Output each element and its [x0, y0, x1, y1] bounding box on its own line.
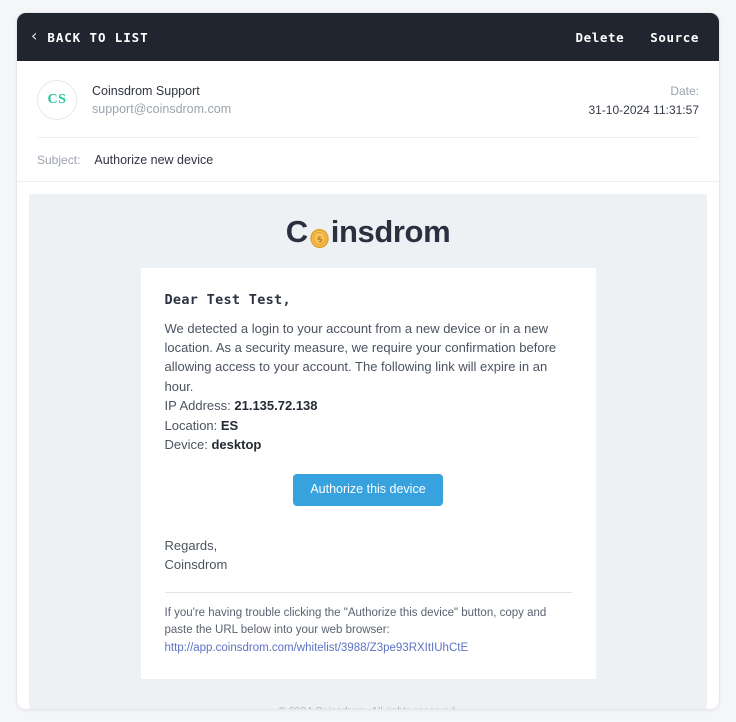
ip-address-value: 21.135.72.138 — [234, 397, 318, 413]
email-greeting: Dear Test Test, — [164, 292, 291, 308]
toolbar-actions: Delete Source — [575, 30, 699, 45]
sender-row: CS Coinsdrom Support support@coinsdrom.c… — [17, 61, 719, 137]
device-value: desktop — [211, 437, 262, 453]
coin-icon: $ — [309, 223, 330, 249]
device-line: Device: desktop — [165, 435, 572, 455]
avatar-initials: CS — [47, 92, 67, 107]
sender-name: Coinsdrom Support — [92, 84, 200, 98]
subject-row: Subject: Authorize new device — [17, 138, 719, 181]
brand-text-part1: C — [285, 214, 308, 249]
source-button[interactable]: Source — [650, 30, 699, 45]
date-label: Date: — [670, 84, 699, 98]
signoff-line2: Coinsdrom — [164, 556, 228, 572]
coinsdrom-logo: C $ insdrom — [29, 214, 707, 249]
location-line: Location: ES — [165, 416, 572, 436]
avatar: CS — [37, 80, 77, 120]
sender-email: support@coinsdrom.com — [92, 102, 232, 117]
email-paragraph: We detected a login to your account from… — [164, 321, 557, 394]
location-label: Location: — [164, 417, 218, 433]
date-block: Date: 31-10-2024 11:31:57 — [588, 80, 699, 121]
email-signoff: Regards, Coinsdrom — [165, 536, 572, 574]
back-to-list-label: BACK TO LIST — [47, 29, 149, 45]
brand-text-part2: insdrom — [330, 214, 451, 249]
signoff-line1: Regards, — [164, 537, 218, 553]
delete-button[interactable]: Delete — [575, 30, 624, 45]
authorize-button-wrapper: Authorize this device — [165, 474, 572, 506]
sender-info: Coinsdrom Support support@coinsdrom.com — [92, 80, 231, 119]
subject-label: Subject: — [37, 153, 81, 167]
ip-address-label: IP Address: — [164, 397, 231, 413]
ip-address-line: IP Address: 21.135.72.138 — [165, 396, 572, 416]
subject-divider — [17, 181, 719, 182]
whitelist-url-link[interactable]: http://app.coinsdrom.com/whitelist/3988/… — [165, 640, 572, 657]
chevron-left-icon: ‹ — [31, 26, 38, 45]
location-value: ES — [220, 417, 239, 433]
email-content-card: Dear Test Test, We detected a login to y… — [140, 268, 596, 679]
footer-divider — [164, 592, 572, 594]
subject-value: Authorize new device — [94, 153, 214, 167]
email-copyright: © 2024 Coinsdrom. All rights reserved. — [29, 705, 707, 709]
top-toolbar: ‹ BACK TO LIST Delete Source — [17, 13, 719, 61]
email-body-panel: C $ insdrom Dear Test Test, We detected … — [29, 194, 707, 709]
back-to-list-button[interactable]: ‹ BACK TO LIST — [31, 26, 149, 45]
date-value: 31-10-2024 11:31:57 — [588, 103, 699, 117]
message-detail-card: ‹ BACK TO LIST Delete Source CS Coinsdro… — [16, 12, 720, 710]
fallback-instructions: If you're having trouble clicking the "A… — [164, 607, 547, 637]
device-label: Device: — [164, 437, 208, 453]
authorize-this-device-button[interactable]: Authorize this device — [293, 474, 443, 506]
